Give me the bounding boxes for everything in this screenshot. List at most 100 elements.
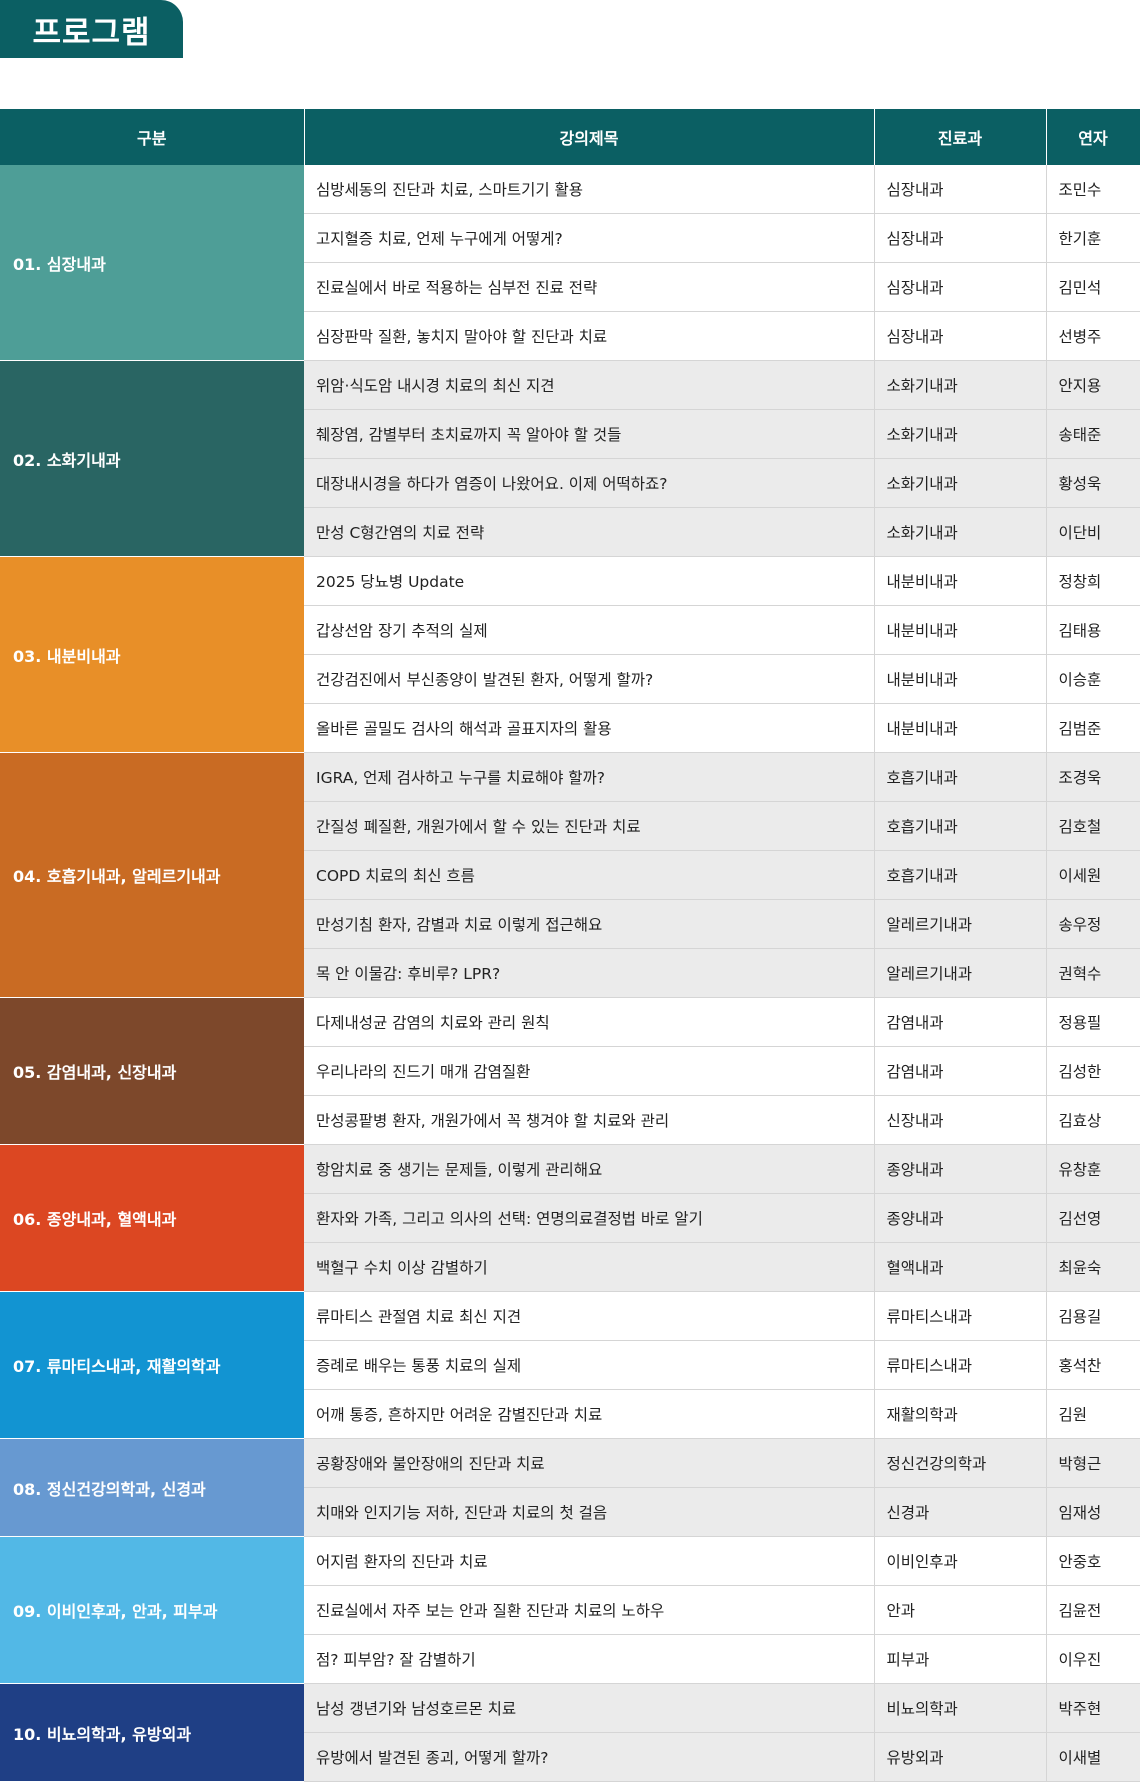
department-cell: 내분비내과 [874,703,1047,753]
program-table-body: 01. 심장내과 심방세동의 진단과 치료, 스마트기기 활용 심장내과 조민수 고지혈… [0,165,1140,1782]
department-cell: 신장내과 [874,1095,1047,1145]
page-title: 프로그램 [0,0,183,58]
speaker-cell: 최윤숙 [1046,1242,1140,1292]
speaker-cell: 김호철 [1046,801,1140,851]
header-department: 진료과 [873,109,1047,165]
lecture-title-cell: 췌장염, 감별부터 초치료까지 꼭 알아야 할 것들 [304,409,875,459]
speaker-cell: 김효상 [1046,1095,1140,1145]
department-cell: 심장내과 [874,311,1047,361]
category-cell: 05. 감염내과, 신장내과 [0,997,304,1145]
table-row: 08. 정신건강의학과, 신경과 공황장애와 불안장애의 진단과 치료 정신건강의학… [0,1438,1140,1537]
lecture-title-cell: 치매와 인지기능 저하, 진단과 치료의 첫 걸음 [304,1487,875,1537]
department-cell: 정신건강의학과 [874,1438,1047,1488]
lecture-title-cell: 남성 갱년기와 남성호르몬 치료 [304,1683,875,1733]
lecture-title-cell: 목 안 이물감: 후비루? LPR? [304,948,875,998]
speaker-cell: 이우진 [1046,1634,1140,1684]
speaker-cell: 박주현 [1046,1683,1140,1733]
speaker-cell: 선병주 [1046,311,1140,361]
department-cell: 유방외과 [874,1732,1047,1782]
speaker-cell: 유창훈 [1046,1144,1140,1194]
table-row: 07. 류마티스내과, 재활의학과 류마티스 관절염 치료 최신 지견 류마티스내과… [0,1291,1140,1439]
table-row: 06. 종양내과, 혈액내과 항암치료 중 생기는 문제들, 이렇게 관리해요 종양… [0,1144,1140,1292]
category-cell: 09. 이비인후과, 안과, 피부과 [0,1536,304,1684]
department-cell: 호흡기내과 [874,850,1047,900]
department-cell: 혈액내과 [874,1242,1047,1292]
table-row: 01. 심장내과 심방세동의 진단과 치료, 스마트기기 활용 심장내과 조민수 [0,165,1140,361]
table-header-row: 구분 강의제목 진료과 연자 [0,109,1140,165]
header-speaker: 연자 [1045,109,1140,165]
speaker-cell: 김성한 [1046,1046,1140,1096]
speaker-cell: 조경욱 [1046,752,1140,802]
program-table: 구분 강의제목 진료과 연자 01. 심장내과 심방세동의 진단과 치료, 스마트… [0,109,1140,1782]
category-cell: 07. 류마티스내과, 재활의학과 [0,1291,304,1439]
category-cell: 03. 내분비내과 [0,556,304,753]
speaker-cell: 박형근 [1046,1438,1140,1488]
speaker-cell: 안지용 [1046,360,1140,410]
department-cell: 알레르기내과 [874,899,1047,949]
lecture-title-cell: COPD 치료의 최신 흐름 [304,850,875,900]
speaker-cell: 조민수 [1046,165,1140,214]
lecture-title-cell: 류마티스 관절염 치료 최신 지견 [304,1291,875,1341]
table-row: 10. 비뇨의학과, 유방외과 남성 갱년기와 남성호르몬 치료 비뇨의학과 박주현 [0,1683,1140,1782]
lecture-title-cell: 위암·식도암 내시경 치료의 최신 지견 [304,360,875,410]
table-row: 05. 감염내과, 신장내과 다제내성균 감염의 치료와 관리 원칙 감염내과 정용필 [0,997,1140,1145]
lecture-title-cell: 올바른 골밀도 검사의 해석과 골표지자의 활용 [304,703,875,753]
lecture-title-cell: 우리나라의 진드기 매개 감염질환 [304,1046,875,1096]
lecture-title-cell: 대장내시경을 하다가 염증이 나왔어요. 이제 어떡하죠? [304,458,875,508]
lecture-title-cell: 건강검진에서 부신종양이 발견된 환자, 어떻게 할까? [304,654,875,704]
department-cell: 소화기내과 [874,507,1047,557]
speaker-cell: 김민석 [1046,262,1140,312]
table-row: 03. 내분비내과 2025 당뇨병 Update 내분비내과 정창희 [0,556,1140,753]
department-cell: 내분비내과 [874,556,1047,606]
speaker-cell: 이승훈 [1046,654,1140,704]
department-cell: 피부과 [874,1634,1047,1684]
department-cell: 내분비내과 [874,605,1047,655]
department-cell: 비뇨의학과 [874,1683,1047,1733]
lecture-title-cell: 증례로 배우는 통풍 치료의 실제 [304,1340,875,1390]
speaker-cell: 김원 [1046,1389,1140,1439]
department-cell: 감염내과 [874,997,1047,1047]
lecture-title-cell: 환자와 가족, 그리고 의사의 선택: 연명의료결정법 바로 알기 [304,1193,875,1243]
speaker-cell: 송태준 [1046,409,1140,459]
speaker-cell: 송우정 [1046,899,1140,949]
lecture-title-cell: 항암치료 중 생기는 문제들, 이렇게 관리해요 [304,1144,875,1194]
department-cell: 소화기내과 [874,409,1047,459]
category-cell: 08. 정신건강의학과, 신경과 [0,1438,304,1537]
department-cell: 이비인후과 [874,1536,1047,1586]
category-cell: 02. 소화기내과 [0,360,304,557]
department-cell: 감염내과 [874,1046,1047,1096]
speaker-cell: 김범준 [1046,703,1140,753]
lecture-title-cell: 만성 C형간염의 치료 전략 [304,507,875,557]
lecture-title-cell: 2025 당뇨병 Update [304,556,875,606]
speaker-cell: 한기훈 [1046,213,1140,263]
category-cell: 01. 심장내과 [0,165,304,361]
table-row: 09. 이비인후과, 안과, 피부과 어지럼 환자의 진단과 치료 이비인후과 안중호 [0,1536,1140,1684]
speaker-cell: 김선영 [1046,1193,1140,1243]
table-row: 02. 소화기내과 위암·식도암 내시경 치료의 최신 지견 소화기내과 안지용 [0,360,1140,557]
category-cell: 10. 비뇨의학과, 유방외과 [0,1683,304,1782]
speaker-cell: 정용필 [1046,997,1140,1047]
lecture-title-cell: 진료실에서 바로 적용하는 심부전 진료 전략 [304,262,875,312]
speaker-cell: 권혁수 [1046,948,1140,998]
lecture-title-cell: 고지혈증 치료, 언제 누구에게 어떻게? [304,213,875,263]
category-cell: 06. 종양내과, 혈액내과 [0,1144,304,1292]
department-cell: 소화기내과 [874,360,1047,410]
speaker-cell: 김용길 [1046,1291,1140,1341]
table-row: 04. 호흡기내과, 알레르기내과 IGRA, 언제 검사하고 누구를 치료해야 … [0,752,1140,998]
lecture-title-cell: 백혈구 수치 이상 감별하기 [304,1242,875,1292]
category-cell: 04. 호흡기내과, 알레르기내과 [0,752,304,998]
speaker-cell: 이새별 [1046,1732,1140,1782]
lecture-title-cell: 다제내성균 감염의 치료와 관리 원칙 [304,997,875,1047]
speaker-cell: 정창희 [1046,556,1140,606]
department-cell: 심장내과 [874,262,1047,312]
speaker-cell: 안중호 [1046,1536,1140,1586]
lecture-title-cell: 공황장애와 불안장애의 진단과 치료 [304,1438,875,1488]
department-cell: 신경과 [874,1487,1047,1537]
lecture-title-cell: 만성콩팥병 환자, 개원가에서 꼭 챙겨야 할 치료와 관리 [304,1095,875,1145]
header-lecture: 강의제목 [303,109,875,165]
department-cell: 소화기내과 [874,458,1047,508]
department-cell: 알레르기내과 [874,948,1047,998]
lecture-title-cell: 점? 피부암? 잘 감별하기 [304,1634,875,1684]
lecture-title-cell: 진료실에서 자주 보는 안과 질환 진단과 치료의 노하우 [304,1585,875,1635]
lecture-title-cell: 유방에서 발견된 종괴, 어떻게 할까? [304,1732,875,1782]
